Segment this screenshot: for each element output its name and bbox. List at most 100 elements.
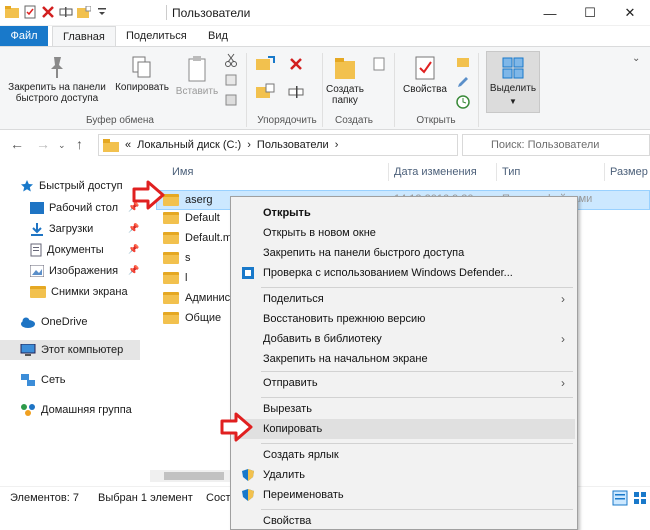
- recent-chevron-icon[interactable]: ⌄: [58, 140, 66, 151]
- file-name: l: [185, 272, 188, 284]
- column-separator[interactable]: [388, 163, 389, 181]
- search-input[interactable]: Поиск: Пользователи: [462, 134, 650, 156]
- menu-item-restore-version[interactable]: Восстановить прежнюю версию: [233, 309, 575, 329]
- column-header-date[interactable]: Дата изменения: [394, 160, 477, 184]
- properties-icon[interactable]: [22, 4, 38, 20]
- tab-file[interactable]: Файл: [0, 26, 48, 46]
- rename-ribbon-button[interactable]: [286, 85, 306, 102]
- annotation-arrow-icon: [132, 180, 165, 210]
- sidebar-item-onedrive[interactable]: OneDrive: [20, 312, 87, 332]
- pin-icon[interactable]: 📌: [128, 265, 139, 276]
- move-to-button[interactable]: [254, 55, 278, 76]
- folder-icon: [163, 212, 179, 224]
- pin-icon[interactable]: 📌: [128, 223, 139, 234]
- sidebar-item-label: Рабочий стол: [49, 202, 119, 214]
- sidebar-item-label: Загрузки: [49, 223, 94, 235]
- minimize-button[interactable]: —: [530, 0, 570, 26]
- menu-item-open-new-window[interactable]: Открыть в новом окне: [233, 223, 575, 243]
- menu-item-pin-quick-access[interactable]: Закрепить на панели быстрого доступа: [233, 243, 575, 263]
- tab-view[interactable]: Вид: [198, 26, 238, 46]
- menu-item-share[interactable]: Поделиться ›: [233, 289, 575, 309]
- new-folder-icon[interactable]: [76, 4, 92, 20]
- sidebar-item-pictures[interactable]: Изображения: [30, 261, 118, 281]
- chevron-down-icon[interactable]: [94, 4, 110, 20]
- group-separator: [394, 53, 395, 127]
- rename-icon[interactable]: [58, 4, 74, 20]
- select-grid-icon: [502, 57, 524, 79]
- sidebar-item-quick-access[interactable]: Быстрый доступ: [20, 176, 123, 196]
- forward-arrow-icon[interactable]: →: [36, 136, 50, 152]
- copy-path-button[interactable]: [222, 73, 240, 90]
- sidebar-item-downloads[interactable]: Загрузки: [30, 219, 93, 239]
- history-button[interactable]: [454, 95, 472, 112]
- cut-button[interactable]: [222, 53, 240, 70]
- menu-item-open[interactable]: Открыть: [233, 203, 575, 223]
- item-count: Элементов: 7: [10, 492, 79, 504]
- menu-item-cut[interactable]: Вырезать: [233, 399, 575, 419]
- column-separator[interactable]: [496, 163, 497, 181]
- menu-item-windows-defender[interactable]: Проверка с использованием Windows Defend…: [233, 263, 575, 283]
- properties-ribbon-button[interactable]: Свойства: [398, 55, 452, 95]
- folder-icon: [163, 312, 179, 324]
- sidebar-item-screenshots[interactable]: Снимки экрана: [30, 282, 128, 302]
- select-button[interactable]: Выделить ▼: [486, 51, 540, 113]
- sidebar-item-this-pc[interactable]: Этот компьютер: [0, 340, 140, 360]
- ribbon-expand-icon[interactable]: ⌄: [632, 53, 640, 64]
- details-view-icon[interactable]: [612, 490, 628, 509]
- address-bar[interactable]: « Локальный диск (C:) › Пользователи ›: [98, 134, 458, 156]
- computer-icon: [20, 344, 36, 356]
- navigation-pane: Быстрый доступ Рабочий стол 📌 Загрузки 📌…: [0, 160, 148, 482]
- back-arrow-icon[interactable]: ←: [10, 136, 24, 152]
- windows-defender-icon: [242, 267, 254, 279]
- column-separator[interactable]: [604, 163, 605, 181]
- cloud-icon: [21, 317, 35, 328]
- close-button[interactable]: ✕: [610, 0, 650, 26]
- group-separator: [478, 53, 479, 127]
- paste-button[interactable]: Вставить: [174, 55, 220, 97]
- new-folder-button[interactable]: Создать папку: [324, 55, 366, 106]
- edit-button[interactable]: [454, 75, 472, 92]
- menu-separator: [261, 371, 573, 372]
- sidebar-item-desktop[interactable]: Рабочий стол: [30, 198, 118, 218]
- up-arrow-icon[interactable]: ↑: [76, 136, 83, 152]
- column-header-type[interactable]: Тип: [502, 160, 520, 184]
- delete-icon[interactable]: [40, 4, 56, 20]
- sidebar-item-network[interactable]: Сеть: [20, 370, 65, 390]
- menu-item-send-to[interactable]: Отправить ›: [233, 373, 575, 393]
- breadcrumb-folder[interactable]: Пользователи: [257, 139, 329, 151]
- copy-button[interactable]: Копировать: [112, 55, 172, 93]
- open-button[interactable]: [454, 55, 472, 72]
- delete-ribbon-button[interactable]: [286, 57, 306, 74]
- menu-item-delete[interactable]: Удалить: [233, 465, 575, 485]
- paste-shortcut-button[interactable]: [222, 93, 240, 110]
- menu-item-pin-start[interactable]: Закрепить на начальном экране: [233, 349, 575, 369]
- breadcrumb-disk[interactable]: Локальный диск (C:): [137, 139, 241, 151]
- copy-path-icon: [225, 74, 237, 86]
- pin-icon[interactable]: 📌: [128, 244, 139, 255]
- sidebar-item-documents[interactable]: Документы: [30, 240, 104, 260]
- menu-item-label: Отправить: [263, 377, 318, 389]
- homegroup-icon: [21, 404, 35, 416]
- column-header-name[interactable]: Имя: [172, 160, 193, 184]
- menu-item-label: Добавить в библиотеку: [263, 333, 382, 345]
- menu-item-rename[interactable]: Переименовать: [233, 485, 575, 505]
- file-name: Default: [185, 212, 220, 224]
- ribbon-tabs: Файл Главная Поделиться Вид: [0, 26, 650, 46]
- sidebar-item-homegroup[interactable]: Домашняя группа: [20, 400, 132, 420]
- menu-item-add-to-library[interactable]: Добавить в библиотеку ›: [233, 329, 575, 349]
- new-item-button[interactable]: [370, 57, 388, 74]
- column-header-size[interactable]: Размер: [610, 160, 648, 184]
- tab-share[interactable]: Поделиться: [116, 26, 197, 46]
- menu-item-properties[interactable]: Свойства: [233, 511, 575, 530]
- file-name: aserg: [185, 194, 213, 206]
- menu-item-create-shortcut[interactable]: Создать ярлык: [233, 445, 575, 465]
- group-new-label: Создать: [334, 115, 373, 126]
- maximize-button[interactable]: ☐: [570, 0, 610, 26]
- pin-quick-access-button[interactable]: Закрепить на панели быстрого доступа: [4, 55, 110, 104]
- large-icons-view-icon[interactable]: [632, 490, 648, 509]
- scrollbar-thumb[interactable]: [164, 472, 224, 480]
- tab-home[interactable]: Главная: [52, 26, 116, 46]
- horizontal-scrollbar[interactable]: [150, 470, 232, 482]
- copy-to-button[interactable]: [254, 83, 278, 104]
- menu-item-copy[interactable]: Копировать: [233, 419, 575, 439]
